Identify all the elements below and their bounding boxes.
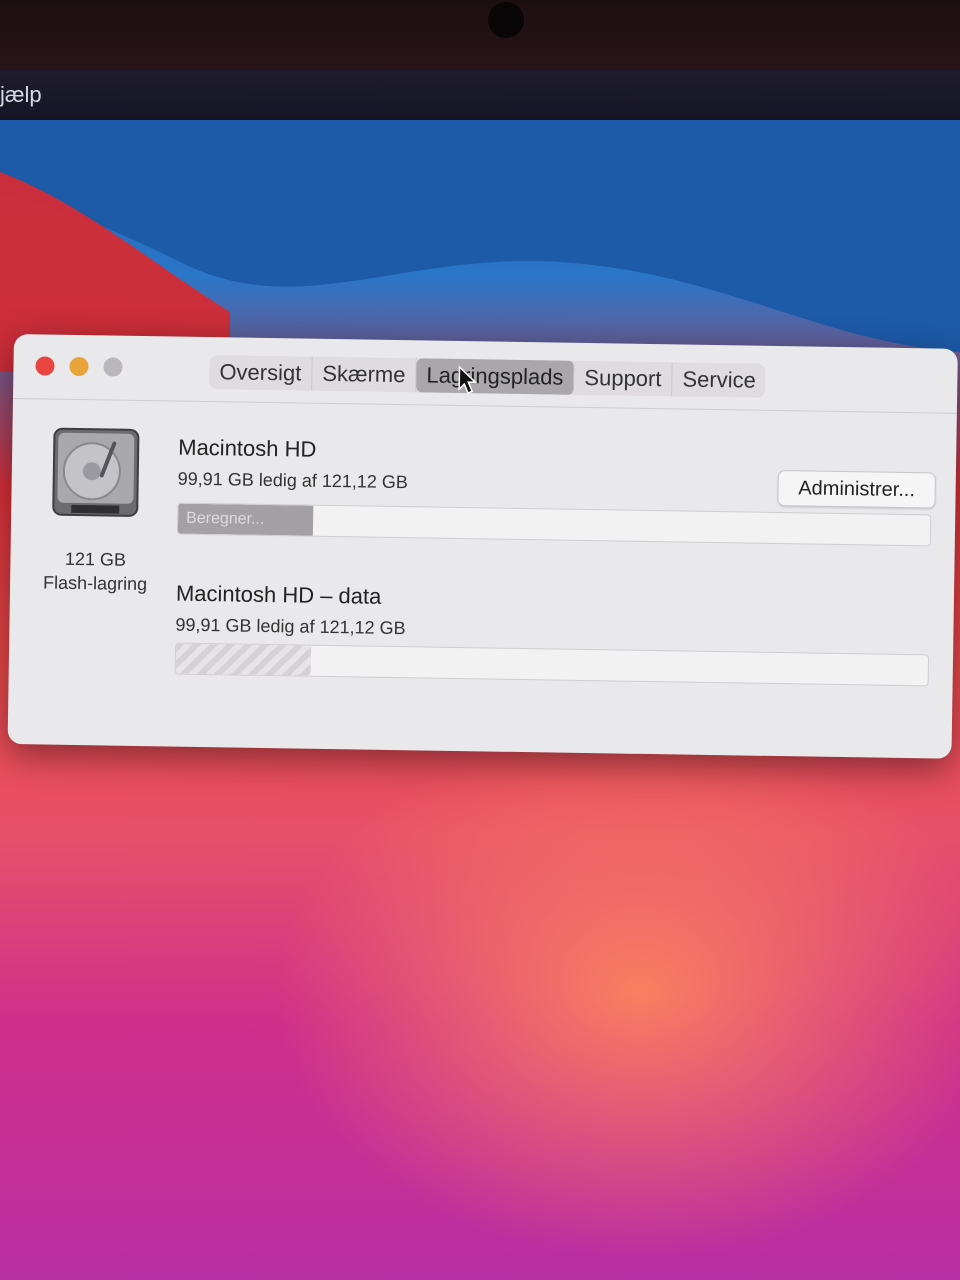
volume-name: Macintosh HD	[178, 434, 317, 462]
wallpaper-wave	[0, 112, 960, 372]
storage-bar	[174, 642, 930, 687]
zoom-button[interactable]	[103, 357, 123, 377]
minimize-button[interactable]	[69, 356, 89, 377]
camera	[488, 2, 524, 38]
manage-button[interactable]: Administrer...	[777, 470, 936, 509]
tab-overview[interactable]: Oversigt	[209, 355, 313, 391]
volume-name: Macintosh HD – data	[175, 580, 382, 609]
disk-capacity: 121 GB	[64, 548, 127, 570]
close-button[interactable]	[35, 356, 55, 376]
storage-bar-fill	[175, 643, 312, 676]
volume-free-space: 99,91 GB ledig af 121,12 GB	[175, 614, 406, 639]
screen-bezel	[0, 0, 960, 80]
menu-bar: jælp	[0, 70, 960, 120]
tab-support[interactable]: Support	[574, 360, 673, 397]
hard-drive-icon	[52, 427, 140, 517]
storage-bar-fill: Beregner...	[177, 503, 314, 536]
disk-type: Flash-lagring	[42, 572, 148, 595]
tab-service[interactable]: Service	[672, 362, 766, 397]
storage-bar: Beregner...	[176, 502, 932, 547]
volume-free-space: 99,91 GB ledig af 121,12 GB	[177, 468, 409, 493]
tab-storage[interactable]: Lagringsplads	[416, 358, 575, 395]
about-this-mac-window: Oversigt Skærme Lagringsplads Support Se…	[7, 334, 958, 759]
tab-displays[interactable]: Skærme	[312, 356, 417, 393]
mouse-cursor-icon	[458, 365, 478, 395]
window-titlebar: Oversigt Skærme Lagringsplads Support Se…	[12, 334, 958, 414]
tab-bar: Oversigt Skærme Lagringsplads Support Se…	[209, 355, 767, 398]
menu-help[interactable]: jælp	[0, 82, 42, 108]
